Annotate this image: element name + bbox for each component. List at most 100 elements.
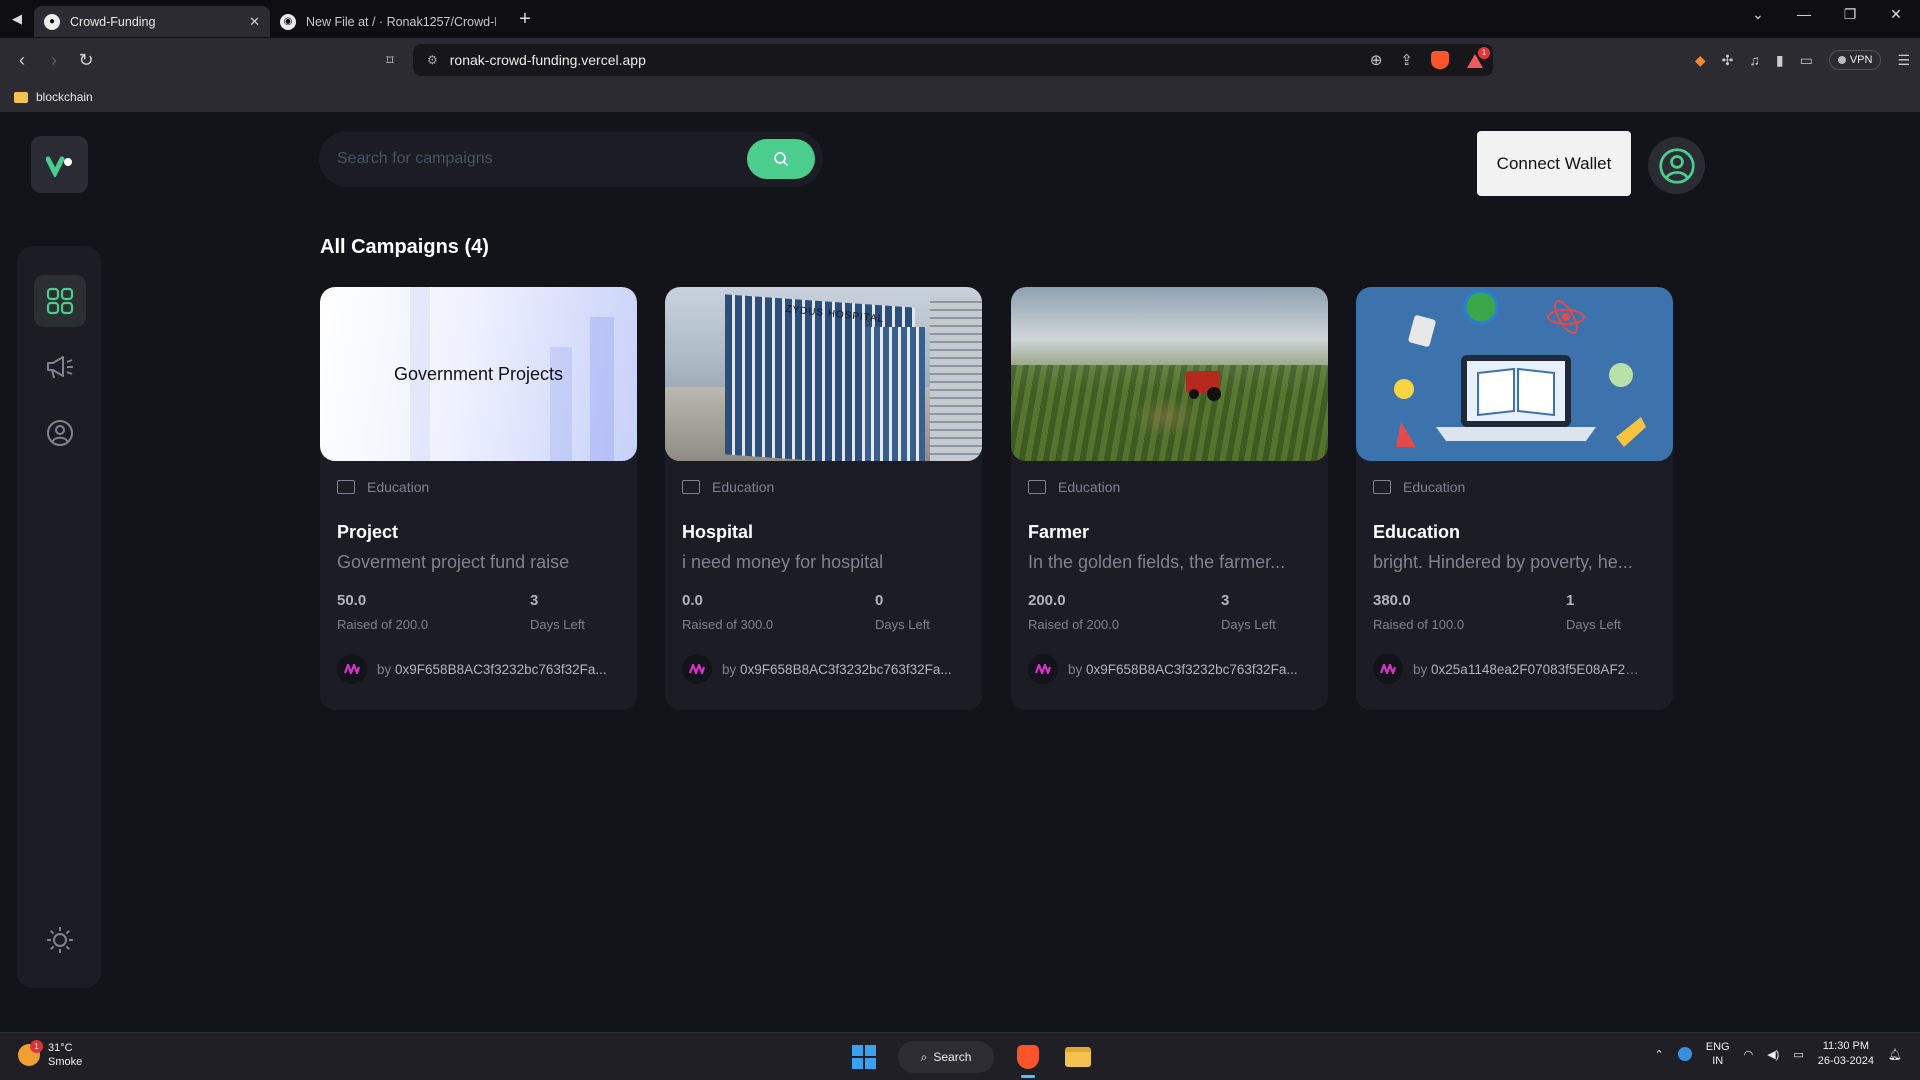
browser-tab-bar: ◀ ● Crowd-Funding ✕ ◉ New File at / · Ro… (0, 0, 1920, 38)
search-button[interactable] (747, 139, 815, 179)
tab-close-icon[interactable]: ✕ (249, 14, 260, 30)
campaign-title: Project (337, 522, 399, 542)
brave-shield-icon[interactable] (1431, 51, 1449, 69)
campaign-category: Education (1058, 479, 1121, 495)
metamask-extension-icon[interactable]: ◆ (1695, 52, 1706, 69)
campaign-image (1356, 287, 1673, 461)
url-text: ronak-crowd-funding.vercel.app (449, 52, 646, 68)
brave-rewards-icon[interactable]: 1 (1467, 47, 1490, 68)
taskbar-file-explorer[interactable] (1062, 1041, 1094, 1073)
target-label: Raised of 200.0 (337, 617, 429, 632)
owner-logo-icon (689, 664, 705, 674)
weather-desc: Smoke (48, 1056, 83, 1068)
owner-logo-icon (1035, 664, 1051, 674)
profile-button[interactable] (1648, 137, 1705, 194)
amount-raised: 0.0 (682, 592, 703, 609)
user-avatar-icon (1658, 147, 1695, 184)
search-input[interactable] (337, 150, 737, 168)
days-left-label: Days Left (1566, 617, 1621, 632)
taskbar-search[interactable]: ⌕ Search (898, 1041, 994, 1073)
media-icon[interactable]: ♫ (1749, 52, 1760, 68)
campaign-card[interactable]: Education Education bright. Hindered by … (1356, 287, 1673, 710)
notification-bell-icon[interactable]: 🔔︎ (1888, 1048, 1902, 1061)
close-window-button[interactable]: ✕ (1874, 0, 1918, 28)
owner-avatar (1373, 654, 1403, 684)
battery-icon[interactable]: ▭ (1793, 1048, 1803, 1061)
wifi-icon[interactable]: ◠ (1744, 1048, 1754, 1061)
wallet-icon[interactable]: ▭ (1800, 52, 1813, 69)
target-label: Raised of 200.0 (1028, 617, 1120, 632)
clock[interactable]: 11:30 PM 26-03-2024 (1818, 1039, 1874, 1069)
amount-raised: 50.0 (337, 592, 367, 609)
days-left-value: 3 (1221, 592, 1230, 609)
forward-button[interactable]: › (40, 46, 68, 74)
reload-button[interactable]: ↻ (72, 46, 100, 74)
dashboard-icon (46, 287, 74, 315)
tray-app-icon[interactable] (1677, 1047, 1692, 1061)
language-indicator[interactable]: ENG IN (1706, 1040, 1730, 1068)
vpn-label: VPN (1849, 54, 1873, 66)
campaign-description: bright. Hindered by poverty, he... (1373, 552, 1633, 572)
crowdfunding-favicon-icon: ● (44, 13, 60, 30)
campaign-card[interactable]: Government Projects Education Project Go… (320, 287, 637, 710)
tab-search-chevron-icon[interactable]: ⌄ (1736, 0, 1780, 28)
vpn-status-icon (1837, 56, 1846, 64)
site-info-icon[interactable]: ⚙ (427, 53, 438, 67)
campaign-image: Government Projects (320, 287, 637, 461)
app-logo[interactable] (31, 136, 88, 193)
zoom-icon[interactable]: ⊕ (1370, 51, 1383, 69)
taskbar: 1 31°C Smoke ⌕ Search ⌃ ENG IN ◠ ◀) ▭ 11… (0, 1032, 1920, 1080)
owner-prefix: by (1413, 661, 1428, 677)
lang-code: ENG (1705, 1041, 1730, 1053)
back-button[interactable]: ‹ (8, 46, 36, 74)
owner-address: 0x25a1148ea2F07083f5E08AF20c... (1431, 661, 1643, 677)
vpn-button[interactable]: VPN (1828, 50, 1882, 70)
folder-icon (1065, 1047, 1091, 1067)
days-left-label: Days Left (875, 617, 930, 632)
clock-time: 11:30 PM (1822, 1040, 1870, 1052)
share-icon[interactable]: ⇪ (1400, 51, 1413, 69)
sidebar-item-profile[interactable] (34, 407, 86, 459)
owner-address: 0x9F658B8AC3f3232bc763f32Fa... (1086, 661, 1298, 677)
sidebar-item-create-campaign[interactable] (34, 341, 86, 393)
sidebar-toggle-icon[interactable]: ▮ (1776, 52, 1784, 69)
start-button[interactable] (848, 1041, 880, 1073)
sidebar-item-dashboard[interactable] (34, 275, 86, 327)
tab-github[interactable]: ◉ New File at / · Ronak1257/Crowd-Fu (270, 6, 506, 37)
owner-avatar (337, 654, 367, 684)
menu-icon[interactable]: ☰ (1897, 52, 1910, 69)
folder-icon (337, 480, 355, 494)
taskbar-brave[interactable] (1012, 1041, 1044, 1078)
campaign-image: ZYDUS HOSPITAL (665, 287, 982, 461)
tab-audio-icon[interactable]: ◀ (0, 0, 34, 38)
campaign-card[interactable]: Education Farmer In the golden fields, t… (1011, 287, 1328, 710)
tab-crowd-funding[interactable]: ● Crowd-Funding ✕ (34, 6, 270, 37)
minimize-button[interactable]: — (1782, 0, 1826, 28)
days-left-value: 0 (875, 592, 884, 609)
extensions-icon[interactable]: ✣ (1722, 52, 1734, 69)
days-left-label: Days Left (530, 617, 585, 632)
campaign-category: Education (712, 479, 775, 495)
folder-icon (1028, 480, 1046, 494)
new-tab-button[interactable]: + (510, 8, 540, 31)
owner-prefix: by (722, 661, 737, 677)
megaphone-icon (47, 356, 73, 379)
tray-overflow-icon[interactable]: ⌃ (1655, 1048, 1664, 1061)
volume-icon[interactable]: ◀) (1767, 1048, 1779, 1061)
days-left-value: 1 (1566, 592, 1575, 609)
logo-icon (45, 156, 72, 177)
profile-icon (47, 420, 73, 446)
restore-button[interactable]: ❐ (1828, 0, 1872, 28)
bookmark-folder-blockchain[interactable]: blockchain (36, 90, 93, 104)
theme-toggle-button[interactable] (34, 914, 86, 966)
weather-widget[interactable]: 1 31°C Smoke (18, 1040, 83, 1069)
connect-wallet-button[interactable]: Connect Wallet (1477, 131, 1631, 196)
campaign-card[interactable]: ZYDUS HOSPITAL Education Hospital i need… (665, 287, 982, 710)
section-title: All Campaigns (4) (320, 236, 489, 258)
days-left-value: 3 (530, 592, 539, 609)
campaign-category: Education (1403, 479, 1466, 495)
bookmark-icon[interactable]: ⌑ (376, 46, 404, 74)
address-bar[interactable]: ⚙ ronak-crowd-funding.vercel.app ⊕ ⇪ 1 (413, 44, 1493, 76)
brave-icon (1017, 1045, 1039, 1069)
folder-icon (682, 480, 700, 494)
